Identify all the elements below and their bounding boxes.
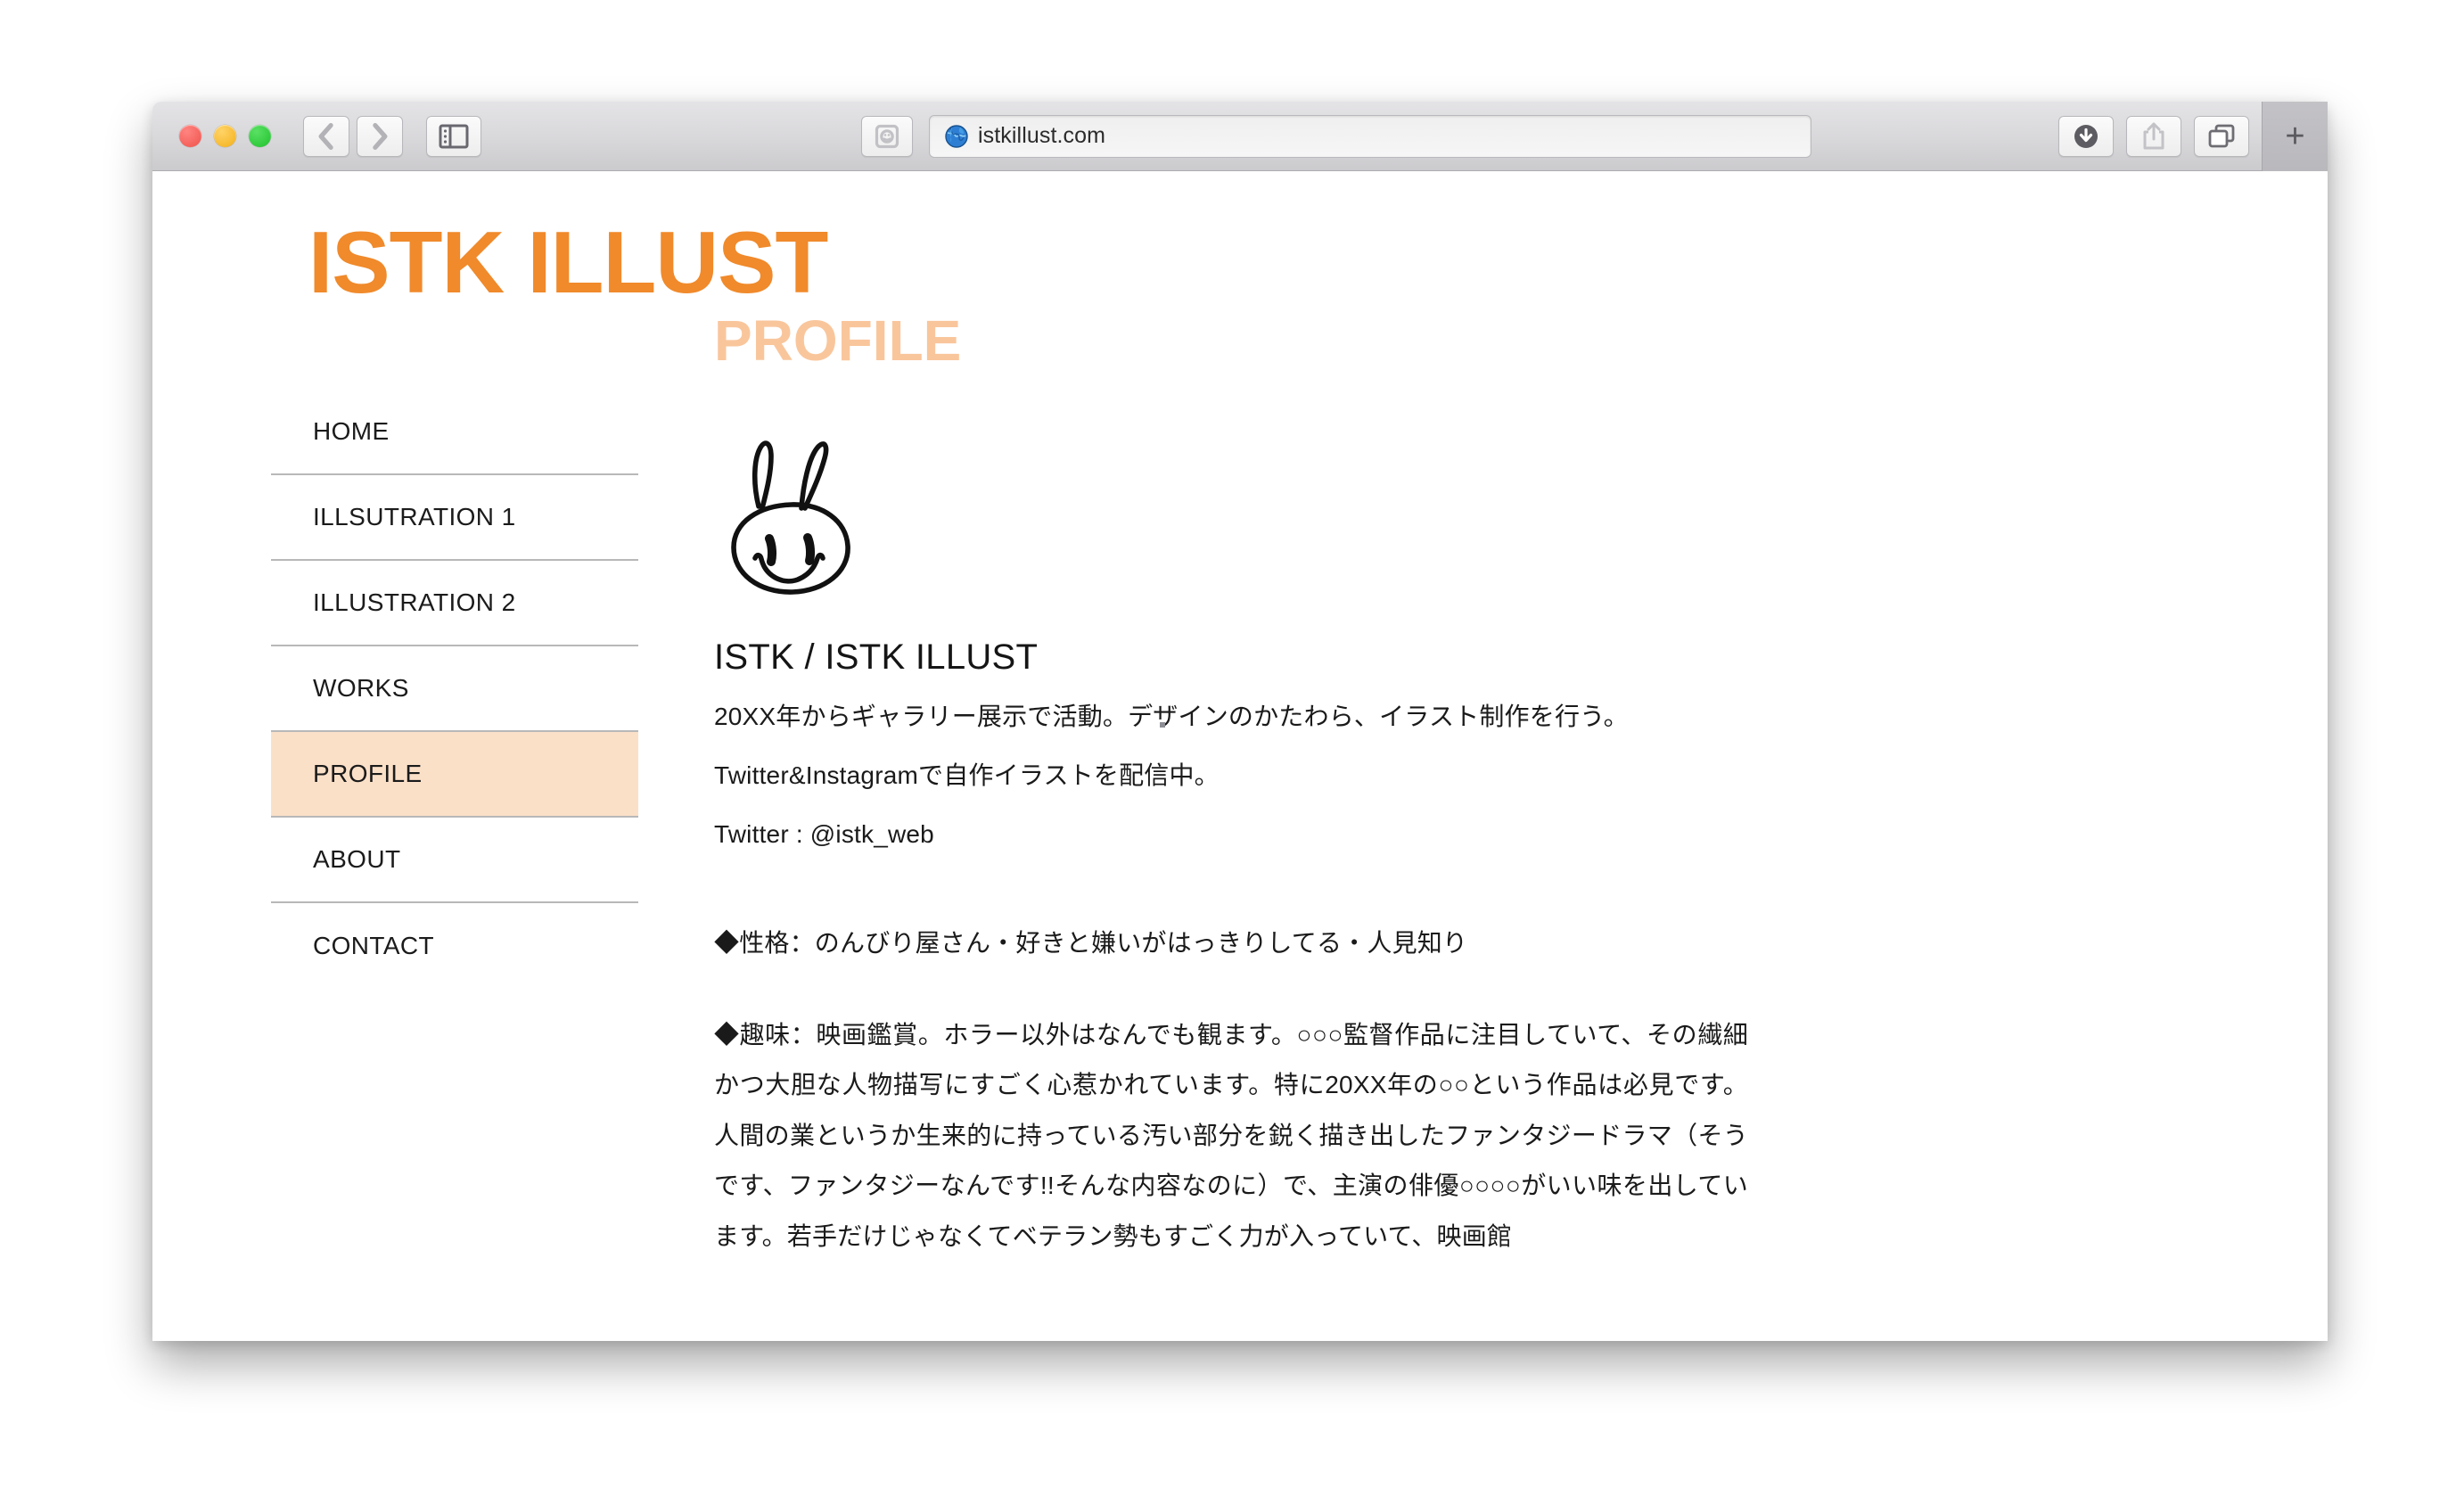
profile-personality-line: ◆性格：のんびり屋さん・好きと嫌いがはっきりしてる・人見知り <box>714 929 1468 958</box>
close-window-button[interactable] <box>179 125 201 147</box>
share-icon <box>2143 122 2164 150</box>
desktop-background: istkillust.com + ISTK ILLUST HOME ILLSUT… <box>0 0 2464 1505</box>
tabs-icon <box>2208 124 2235 148</box>
main-content: PROFILE ISTK / ISTK ILLUST 20XX年からギャラリー展… <box>714 312 1784 1262</box>
reader-icon <box>875 124 899 148</box>
reader-view-button[interactable] <box>861 115 913 157</box>
nav-item-works[interactable]: WORKS <box>271 646 638 732</box>
back-button[interactable] <box>303 115 349 157</box>
bunny-avatar-illustration <box>731 440 850 595</box>
profile-hobby-paragraph: ◆趣味：映画鑑賞。ホラー以外はなんでも観ます。○○○監督作品に注目していて、その… <box>714 1020 1748 1250</box>
nav-item-illustration-1[interactable]: ILLSUTRATION 1 <box>271 475 638 561</box>
minimize-window-button[interactable] <box>214 125 236 147</box>
window-traffic-lights <box>179 125 271 147</box>
maximize-window-button[interactable] <box>249 125 271 147</box>
sidebar-icon <box>439 124 469 148</box>
page-title: PROFILE <box>714 308 962 373</box>
address-bar[interactable]: istkillust.com <box>929 114 1811 158</box>
toolbar-right-cluster: + <box>2058 102 2328 171</box>
profile-activity-line: 20XX年からギャラリー展示で活動。デザインのかたわら、イラスト制作を行う。 <box>714 703 1629 730</box>
profile-name: ISTK / ISTK ILLUST <box>714 637 1039 677</box>
page-artifact-dot <box>1160 722 1165 728</box>
browser-toolbar: istkillust.com + <box>152 102 2328 171</box>
website-content: ISTK ILLUST HOME ILLSUTRATION 1 ILLUSTRA… <box>152 171 2328 1340</box>
share-button[interactable] <box>2126 116 2181 157</box>
nav-item-contact[interactable]: CONTACT <box>271 903 638 989</box>
nav-item-illustration-2[interactable]: ILLUSTRATION 2 <box>271 561 638 646</box>
safari-browser-window: istkillust.com + ISTK ILLUST HOME ILLSUT… <box>152 102 2328 1341</box>
tab-overview-button[interactable] <box>2194 116 2249 157</box>
forward-button[interactable] <box>357 115 403 157</box>
profile-social-line: Twitter&Instagramで自作イラストを配信中。 <box>714 761 1220 790</box>
globe-icon <box>945 124 968 148</box>
sidebar-toggle-button[interactable] <box>426 115 481 157</box>
site-navigation: HOME ILLSUTRATION 1 ILLUSTRATION 2 WORKS… <box>271 390 638 989</box>
page-viewport: ISTK ILLUST HOME ILLSUTRATION 1 ILLUSTRA… <box>152 171 2328 1340</box>
address-bar-text: istkillust.com <box>978 123 1106 148</box>
nav-item-about[interactable]: ABOUT <box>271 818 638 903</box>
site-logo[interactable]: ISTK ILLUST <box>308 218 828 306</box>
downloads-button[interactable] <box>2058 116 2114 157</box>
nav-item-profile[interactable]: PROFILE <box>271 732 638 818</box>
download-icon <box>2074 125 2098 148</box>
new-tab-button[interactable]: + <box>2262 102 2328 171</box>
chevron-right-icon <box>373 122 388 150</box>
navigation-button-group <box>303 115 403 157</box>
nav-item-home[interactable]: HOME <box>271 390 638 475</box>
chevron-left-icon <box>318 122 333 150</box>
profile-twitter-line: Twitter : @istk_web <box>714 820 934 849</box>
